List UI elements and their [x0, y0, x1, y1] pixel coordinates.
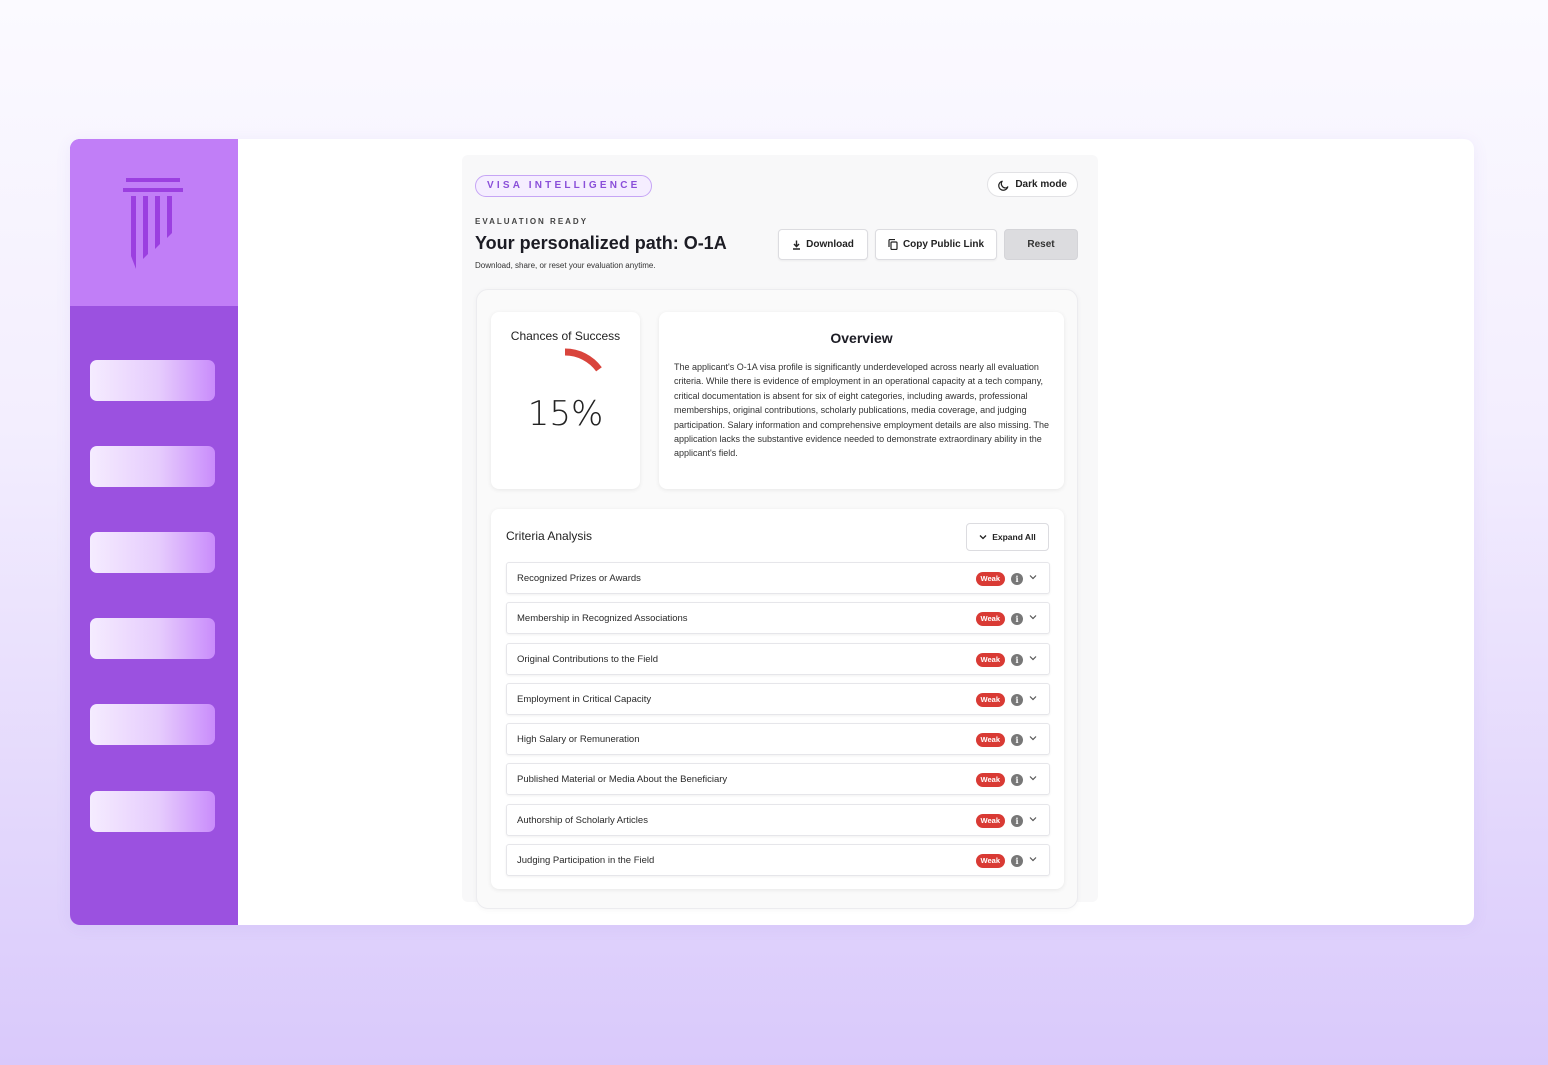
- status-badge: Weak: [975, 773, 1005, 788]
- criteria-row[interactable]: High Salary or Remuneration Weak i: [506, 723, 1050, 756]
- criteria-row[interactable]: Employment in Critical Capacity Weak i: [506, 682, 1050, 715]
- overview-card: Overview The applicant's O-1A visa profi…: [659, 312, 1064, 489]
- evaluation-content: VISA INTELLIGENCE Dark mode EVALUATION R…: [462, 155, 1098, 909]
- chevron-down-icon[interactable]: [1029, 614, 1037, 620]
- status-badge: Weak: [975, 733, 1005, 748]
- sidebar-item-3[interactable]: [90, 532, 215, 573]
- chevron-down-icon[interactable]: [1029, 655, 1037, 661]
- page-title: Your personalized path: O-1A: [475, 233, 727, 253]
- criteria-label: Recognized Prizes or Awards: [517, 573, 641, 584]
- status-badge: Weak: [975, 854, 1005, 869]
- info-icon[interactable]: i: [1011, 693, 1023, 706]
- chevron-down-icon[interactable]: [1029, 695, 1037, 701]
- info-icon[interactable]: i: [1011, 814, 1023, 827]
- status-badge: Weak: [975, 813, 1005, 828]
- criteria-label: High Salary or Remuneration: [517, 734, 640, 746]
- criteria-row[interactable]: Original Contributions to the Field Weak…: [506, 642, 1050, 675]
- evaluation-status: EVALUATION READY: [475, 217, 589, 226]
- dark-mode-label: Dark mode: [1015, 179, 1067, 190]
- moon-icon: [998, 180, 1009, 191]
- results-panel: Chances of Success 15% Overview The appl…: [476, 289, 1078, 909]
- expand-all-label: Expand All: [992, 532, 1036, 542]
- chevron-down-icon[interactable]: [1029, 816, 1037, 822]
- overview-text: The applicant's O-1A visa profile is sig…: [674, 362, 1050, 459]
- sidebar: [70, 139, 238, 925]
- sidebar-item-5[interactable]: [90, 704, 215, 745]
- criteria-label: Published Material or Media About the Be…: [517, 774, 728, 786]
- sidebar-item-1[interactable]: [90, 360, 215, 401]
- chevron-down-icon[interactable]: [1029, 775, 1037, 781]
- status-badge: Weak: [975, 572, 1005, 586]
- info-icon[interactable]: i: [1011, 613, 1023, 626]
- criteria-row[interactable]: Published Material or Media About the Be…: [506, 763, 1050, 796]
- app-window: VISA INTELLIGENCE Dark mode EVALUATION R…: [70, 139, 1474, 925]
- status-badge: Weak: [975, 652, 1005, 667]
- criteria-label: Judging Participation in the Field: [517, 855, 655, 867]
- info-icon[interactable]: i: [1011, 855, 1023, 868]
- sidebar-item-2[interactable]: [90, 446, 215, 487]
- criteria-title: Criteria Analysis: [506, 529, 593, 543]
- criteria-row[interactable]: Recognized Prizes or Awards Weak i: [506, 562, 1050, 594]
- chevron-down-icon[interactable]: [1029, 574, 1037, 580]
- criteria-list: Recognized Prizes or Awards Weak i Membe…: [506, 562, 1050, 884]
- status-badge: Weak: [975, 692, 1005, 707]
- criteria-row[interactable]: Judging Participation in the Field Weak …: [506, 844, 1050, 877]
- chevron-down-icon: [979, 535, 987, 540]
- info-icon[interactable]: i: [1011, 653, 1023, 666]
- criteria-label: Authorship of Scholarly Articles: [517, 814, 648, 826]
- visa-intelligence-badge: VISA INTELLIGENCE: [475, 175, 653, 197]
- reset-button[interactable]: Reset: [1004, 229, 1078, 260]
- sidebar-logo-area: [70, 139, 238, 306]
- criteria-row[interactable]: Membership in Recognized Associations We…: [506, 602, 1050, 635]
- overview-title: Overview: [830, 330, 893, 346]
- chance-percentage: 15%: [527, 394, 604, 434]
- chevron-down-icon[interactable]: [1029, 856, 1037, 862]
- copy-public-link-button[interactable]: Copy Public Link: [875, 229, 997, 260]
- gauge-arc: [564, 348, 602, 372]
- copy-icon: [888, 239, 898, 250]
- criteria-analysis-card: Criteria Analysis Expand All Recognized …: [491, 509, 1064, 889]
- pillar-logo-icon: [123, 177, 183, 269]
- download-label: Download: [806, 239, 854, 250]
- criteria-label: Membership in Recognized Associations: [517, 613, 688, 625]
- chance-of-success-card: Chances of Success 15%: [491, 312, 640, 489]
- page-subtitle: Download, share, or reset your evaluatio…: [475, 261, 656, 270]
- sidebar-item-4[interactable]: [90, 618, 215, 659]
- info-icon[interactable]: i: [1011, 573, 1023, 585]
- criteria-label: Original Contributions to the Field: [517, 653, 658, 665]
- chance-label: Chances of Success: [510, 329, 621, 343]
- download-button[interactable]: Download: [778, 229, 868, 260]
- info-icon[interactable]: i: [1011, 734, 1023, 747]
- download-icon: [793, 240, 801, 250]
- criteria-row[interactable]: Authorship of Scholarly Articles Weak i: [506, 803, 1050, 836]
- reset-label: Reset: [1027, 239, 1055, 250]
- expand-all-button[interactable]: Expand All: [966, 523, 1049, 551]
- dark-mode-button[interactable]: Dark mode: [987, 172, 1078, 197]
- criteria-label: Employment in Critical Capacity: [517, 693, 652, 705]
- sidebar-item-6[interactable]: [90, 791, 215, 832]
- chevron-down-icon[interactable]: [1029, 735, 1037, 741]
- status-badge: Weak: [975, 612, 1005, 627]
- copy-link-label: Copy Public Link: [902, 239, 985, 250]
- info-icon[interactable]: i: [1011, 774, 1023, 787]
